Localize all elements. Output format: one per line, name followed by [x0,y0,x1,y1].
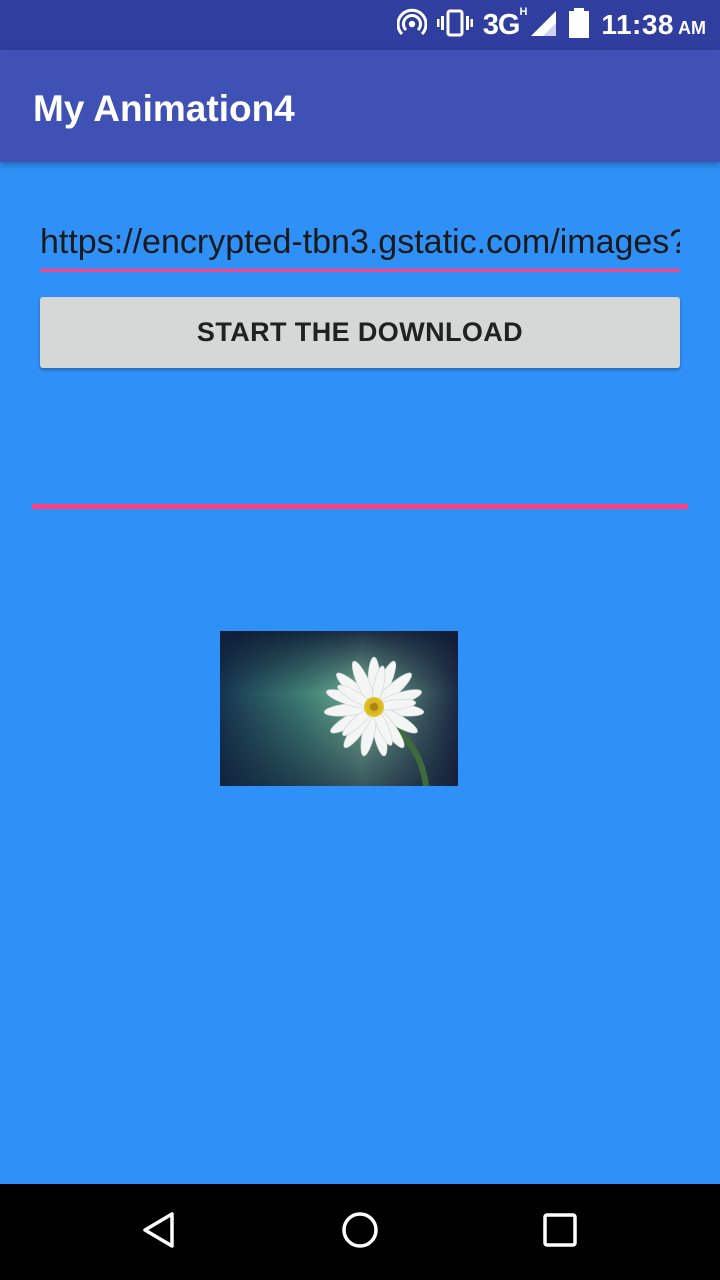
app-bar: My Animation4 [0,50,720,162]
recents-button[interactable] [530,1202,590,1262]
home-button[interactable] [330,1202,390,1262]
app-title: My Animation4 [33,88,295,129]
recents-icon [540,1210,580,1255]
clock: 11:38 AM [601,9,706,40]
start-download-button[interactable]: START THE DOWNLOAD [40,297,680,368]
vibrate-icon [436,8,473,43]
status-bar: 3G H 11:38 AM [0,0,720,50]
url-input[interactable] [40,216,680,272]
status-icons: 3G H 11:38 AM [396,0,706,50]
download-progress-line [32,504,688,509]
network-type: 3G H [482,5,528,41]
back-icon [140,1210,180,1255]
back-button[interactable] [130,1202,190,1262]
signal-icon [529,9,557,42]
hotspot-icon [396,8,428,43]
battery-icon [567,7,591,44]
downloaded-flower-image [220,631,458,786]
navigation-bar [0,1184,720,1280]
home-icon [340,1210,380,1255]
